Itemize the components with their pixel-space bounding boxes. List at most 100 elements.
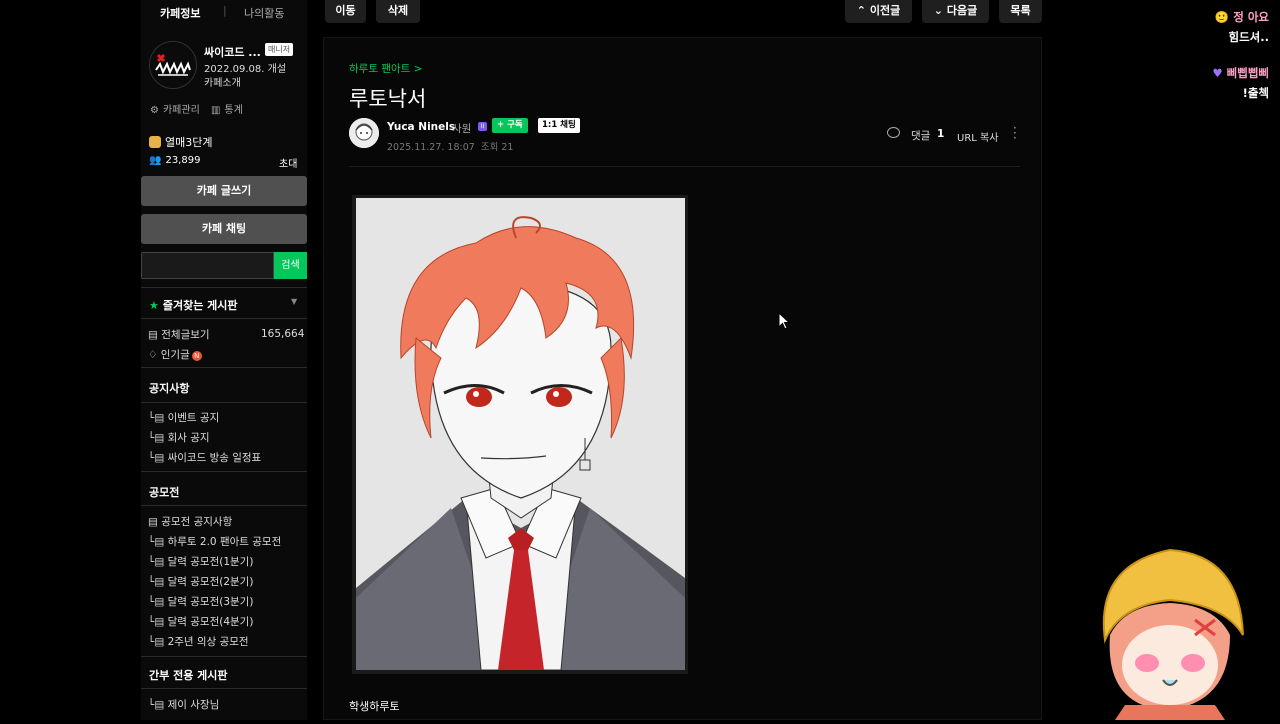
comment-count[interactable]: 1 <box>937 128 944 140</box>
fruit-level-icon <box>149 136 161 148</box>
menu-popular[interactable]: ♢ 인기글 N <box>148 347 202 362</box>
board-icon: ▤ <box>154 432 165 444</box>
board-icon: ▤ <box>154 536 165 548</box>
cafe-admin-links: ⚙ 카페관리 ▥ 통계 <box>150 101 251 116</box>
favorites-title: 즐겨찾는 게시판 <box>162 299 238 312</box>
article-panel: 하루토 팬아트 > 루토낙서 Yuca Ninels 사원 II + 구독 1:… <box>323 37 1042 720</box>
next-post-button[interactable]: ⌄ 다음글 <box>922 0 989 23</box>
menu-item-contest-notice[interactable]: ▤ 공모전 공지사항 <box>148 514 232 529</box>
cafe-stats-link[interactable]: ▥ 통계 <box>211 105 247 116</box>
prev-post-button[interactable]: ⌃ 이전글 <box>845 0 912 23</box>
section-title-staff: 간부 전용 게시판 <box>149 669 228 682</box>
comment-label[interactable]: 댓글 <box>911 128 930 143</box>
new-badge: N <box>191 351 202 361</box>
stream-chat-message: 힘드셔.. <box>1228 30 1269 44</box>
menu-item-calendar-q4[interactable]: └▤ 달력 공모전(4분기) <box>148 614 253 629</box>
members-icon: 👥 <box>149 155 162 166</box>
menu-item-calendar-q3[interactable]: └▤ 달력 공모전(3분기) <box>148 594 253 609</box>
cafe-name[interactable]: 싸이코드 ... <box>204 44 261 60</box>
sidebar: 카페정보 | 나의활동 싸이코드 ... 매니저 2022.09.08. 개설 … <box>141 0 307 720</box>
tab-my-activity[interactable]: 나의활동 <box>244 5 284 21</box>
write-post-button[interactable]: 카페 글쓰기 <box>141 176 307 206</box>
cafe-search-input[interactable] <box>141 252 274 279</box>
menu-all-posts[interactable]: ▤ 전체글보기 <box>148 327 210 342</box>
list-button[interactable]: 목록 <box>999 0 1042 23</box>
stream-chat-line: ♥ 삐삡삡삐 <box>1212 65 1269 81</box>
flame-icon: ♢ <box>148 349 158 361</box>
board-link[interactable]: 하루토 팬아트 > <box>349 61 422 76</box>
board-icon: ▤ <box>154 596 165 608</box>
prev-post-label: 이전글 <box>869 4 901 17</box>
cafe-chat-button[interactable]: 카페 채팅 <box>141 214 307 244</box>
board-icon: ▤ <box>154 616 165 628</box>
chevron-up-icon: ⌃ <box>856 4 866 17</box>
menu-label: 하루토 2.0 팬아트 공모전 <box>167 536 282 548</box>
article-title: 루토낙서 <box>349 87 427 111</box>
tab-cafe-info[interactable]: 카페정보 <box>160 5 200 21</box>
menu-item-calendar-q2[interactable]: └▤ 달력 공모전(2분기) <box>148 574 253 589</box>
menu-item-event-notice[interactable]: └▤ 이벤트 공지 <box>148 410 219 425</box>
author-avatar[interactable] <box>349 118 379 148</box>
fanart-image-frame <box>352 195 688 674</box>
menu-label: 제이 사장님 <box>167 699 220 711</box>
cafe-logo[interactable] <box>149 41 197 89</box>
caret-down-icon[interactable]: ▼ <box>291 297 297 306</box>
menu-label: 전체글보기 <box>161 329 210 341</box>
menu-label: 인기글 <box>160 349 190 361</box>
menu-item-calendar-q1[interactable]: └▤ 달력 공모전(1분기) <box>148 554 253 569</box>
member-count[interactable]: 👥 23,899 <box>149 155 200 166</box>
post-date: 2025.11.27. 18:07 <box>387 142 475 153</box>
divider <box>141 471 307 472</box>
divider <box>141 367 307 368</box>
sidebar-tabs: 카페정보 | 나의활동 <box>141 0 307 24</box>
divider <box>141 656 307 657</box>
one-to-one-chat-button[interactable]: 1:1 채팅 <box>538 118 580 133</box>
divider <box>141 287 307 288</box>
stream-chat-line: 🙂 정 아요 <box>1215 9 1269 25</box>
chevron-down-icon: ⌄ <box>933 4 943 17</box>
stream-chat-message: !출첵 <box>1242 86 1269 100</box>
menu-item-company-notice[interactable]: └▤ 회사 공지 <box>148 430 210 445</box>
star-icon: ★ <box>149 299 159 312</box>
menu-label: 달력 공모전(4분기) <box>167 616 254 628</box>
streamer-avatar-character <box>1085 545 1250 720</box>
menu-label: 이벤트 공지 <box>167 412 220 424</box>
heart-badge-icon: ♥ <box>1212 66 1223 80</box>
menu-label: 회사 공지 <box>167 432 210 444</box>
menu-label: 달력 공모전(1분기) <box>167 556 254 568</box>
url-copy-button[interactable]: URL 복사 <box>957 129 998 144</box>
cafe-level: 열매3단계 <box>149 134 212 150</box>
cafe-admin-link[interactable]: ⚙ 카페관리 <box>150 105 204 116</box>
cafe-intro-link[interactable]: 카페소개 <box>204 74 241 89</box>
delete-button[interactable]: 삭제 <box>376 0 420 23</box>
rank-icon: II <box>478 122 487 131</box>
subscribe-button[interactable]: + 구독 <box>492 118 528 133</box>
member-count-value: 23,899 <box>165 155 201 166</box>
divider <box>141 318 307 319</box>
menu-item-anniversary-outfit[interactable]: └▤ 2주년 의상 공모전 <box>148 634 249 649</box>
chat-nick: 삐삡삡삐 <box>1226 66 1269 80</box>
comment-icon[interactable] <box>887 127 900 138</box>
favorites-header[interactable]: ★ 즐겨찾는 게시판 <box>149 297 238 313</box>
tab-separator: | <box>223 4 227 17</box>
cafe-admin-label: 카페관리 <box>162 105 200 116</box>
menu-label: 달력 공모전(2분기) <box>167 576 254 588</box>
bar-chart-icon: ▥ <box>210 105 221 116</box>
manager-badge: 매니저 <box>265 43 294 56</box>
cafe-stats-label: 통계 <box>224 105 243 116</box>
search-button[interactable]: 검색 <box>274 252 307 279</box>
fanart-image[interactable] <box>356 198 685 670</box>
gear-icon: ⚙ <box>150 105 159 116</box>
board-icon: ▤ <box>154 452 165 464</box>
post-caption: 학생하루토 <box>349 700 400 713</box>
more-options-icon[interactable]: · · · <box>1013 122 1017 144</box>
section-title-contest: 공모전 <box>149 486 180 499</box>
menu-item-ceo[interactable]: └▤ 제이 사장님 <box>148 697 219 712</box>
menu-item-fanart-contest[interactable]: └▤ 하루토 2.0 팬아트 공모전 <box>148 534 281 549</box>
menu-item-broadcast-schedule[interactable]: └▤ 싸이코드 방송 일정표 <box>148 450 261 465</box>
board-icon: ▤ <box>154 576 165 588</box>
author-name[interactable]: Yuca Ninels <box>387 121 455 133</box>
menu-label: 공모전 공지사항 <box>161 516 233 528</box>
move-button[interactable]: 이동 <box>325 0 366 23</box>
invite-link[interactable]: 초대 <box>279 155 297 170</box>
